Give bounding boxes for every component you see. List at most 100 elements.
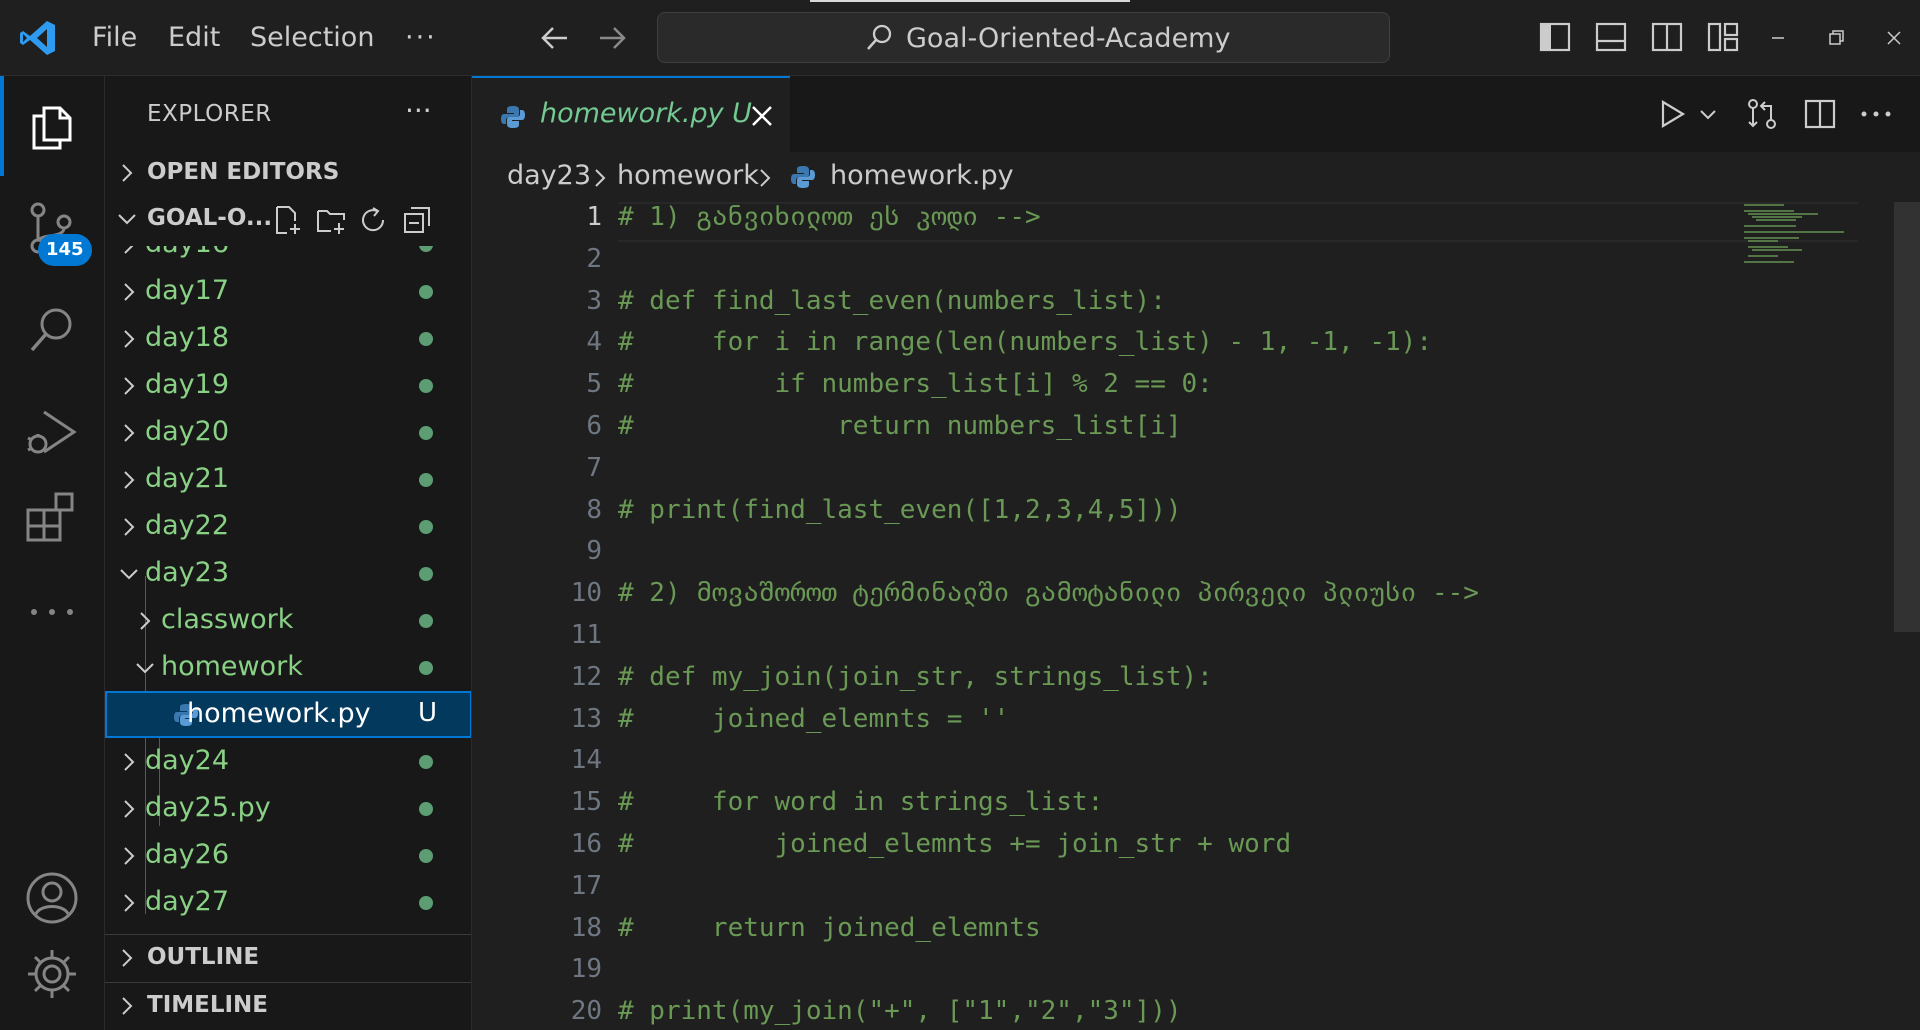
editor-more-actions-icon[interactable] xyxy=(1858,96,1894,132)
code-line[interactable]: 16 # joined_elemnts += join_str + word xyxy=(472,825,1920,866)
chevron-down-icon xyxy=(118,214,136,225)
code-line[interactable]: 2 xyxy=(472,240,1920,281)
code-line[interactable]: 11 xyxy=(472,616,1920,657)
code-line[interactable]: 7 xyxy=(472,449,1920,490)
vertical-scrollbar[interactable] xyxy=(1894,202,1920,632)
collapse-all-icon[interactable] xyxy=(401,204,433,236)
minimap[interactable] xyxy=(1742,202,1862,292)
breadcrumb-day23[interactable]: day23 xyxy=(507,160,591,191)
restore-icon[interactable] xyxy=(1822,24,1850,52)
menu-selection[interactable]: Selection xyxy=(250,22,374,53)
chevron-right-icon xyxy=(595,169,606,187)
code-text: # 2) მოვაშოროთ ტერმინალში გამოტანილი პირ… xyxy=(618,578,1479,609)
close-window-icon[interactable] xyxy=(1880,24,1908,52)
tree-item-label: classwork xyxy=(161,604,294,635)
code-line[interactable]: 6 # return numbers_list[i] xyxy=(472,407,1920,448)
code-line[interactable]: 18 # return joined_elemnts xyxy=(472,909,1920,950)
tree-item-day27[interactable]: day27 xyxy=(105,879,471,926)
tree-item-day18[interactable]: day18 xyxy=(105,315,471,362)
tree-item-homework-folder[interactable]: homework xyxy=(105,644,471,691)
customize-layout-icon[interactable] xyxy=(1706,20,1740,54)
chevron-right-icon xyxy=(140,612,151,630)
open-editors-section[interactable]: OPEN EDITORS xyxy=(105,150,471,196)
chevron-down-icon xyxy=(136,663,154,674)
tree-item-label: day22 xyxy=(145,510,230,541)
tree-item-day21[interactable]: day21 xyxy=(105,456,471,503)
toggle-panel-icon[interactable] xyxy=(1594,20,1628,54)
code-line[interactable]: 8 # print(find_last_even([1,2,3,4,5])) xyxy=(472,491,1920,532)
code-line[interactable]: 20 # print(my_join("+", ["1","2","3"])) xyxy=(472,992,1920,1030)
activity-bar: 145 xyxy=(0,76,105,1030)
git-status-dot xyxy=(419,849,433,863)
code-editor[interactable]: 1 # 1) განვიხილოთ ეს კოდი --> 2 3 # def find… xyxy=(472,202,1920,1030)
run-python-file-icon[interactable] xyxy=(1654,96,1690,132)
title-bar: File Edit Selection ··· Goal-Oriented-Ac… xyxy=(0,0,1920,76)
tree-item-day16[interactable]: day16 xyxy=(105,246,471,268)
line-number: 20 xyxy=(570,996,602,1027)
code-line[interactable]: 17 xyxy=(472,867,1920,908)
open-changes-icon[interactable] xyxy=(1744,96,1780,132)
code-text: # for word in strings_list: xyxy=(618,787,1104,818)
command-center-label: Goal-Oriented-Academy xyxy=(906,23,1231,54)
tree-item-day23[interactable]: day23 xyxy=(105,550,471,597)
code-line[interactable]: 12 # def my_join(join_str, strings_list): xyxy=(472,658,1920,699)
new-folder-icon[interactable] xyxy=(315,204,347,236)
forward-arrow-icon[interactable] xyxy=(594,20,630,56)
refresh-icon[interactable] xyxy=(357,204,389,236)
menu-edit[interactable]: Edit xyxy=(168,22,220,53)
outline-label: OUTLINE xyxy=(147,944,260,970)
toggle-primary-sidebar-icon[interactable] xyxy=(1538,20,1572,54)
git-status-dot xyxy=(419,755,433,769)
tree-item-homework-py[interactable]: homework.py U xyxy=(105,691,471,738)
split-editor-icon[interactable] xyxy=(1802,96,1838,132)
line-number: 17 xyxy=(570,870,602,901)
git-status-dot xyxy=(419,332,433,346)
tree-item-classwork[interactable]: classwork xyxy=(105,597,471,644)
code-line[interactable]: 19 xyxy=(472,950,1920,991)
chevron-right-icon xyxy=(124,800,135,818)
menu-more[interactable]: ··· xyxy=(405,22,437,53)
outline-section[interactable]: OUTLINE xyxy=(105,934,471,980)
code-line[interactable]: 4 # for i in range(len(numbers_list) - 1,… xyxy=(472,323,1920,364)
extensions-icon[interactable] xyxy=(24,488,80,544)
tab-homework-py[interactable]: homework.py U xyxy=(472,76,790,152)
explorer-more-actions[interactable]: ··· xyxy=(405,94,432,127)
explorer-icon[interactable] xyxy=(24,98,80,154)
new-file-icon[interactable] xyxy=(271,204,303,236)
minimize-icon[interactable] xyxy=(1764,24,1792,52)
code-line[interactable]: 1 # 1) განვიხილოთ ეს კოდი --> xyxy=(472,202,1920,239)
timeline-section[interactable]: TIMELINE xyxy=(105,982,471,1028)
tab-label: homework.py U xyxy=(540,98,752,129)
code-text: # for i in range(len(numbers_list) - 1, … xyxy=(618,327,1432,358)
code-line[interactable]: 3 # def find_last_even(numbers_list): xyxy=(472,282,1920,323)
workspace-folder-section[interactable]: GOAL-O... xyxy=(105,196,471,242)
code-line[interactable]: 5 # if numbers_list[i] % 2 == 0: xyxy=(472,365,1920,406)
breadcrumb-homework-py[interactable]: homework.py xyxy=(830,160,1014,191)
code-line[interactable]: 13 # joined_elemnts = '' xyxy=(472,700,1920,741)
toggle-secondary-sidebar-icon[interactable] xyxy=(1650,20,1684,54)
timeline-label: TIMELINE xyxy=(147,992,269,1018)
tree-item-day26[interactable]: day26 xyxy=(105,832,471,879)
run-dropdown-chevron-icon[interactable] xyxy=(1696,96,1720,132)
command-center[interactable]: Goal-Oriented-Academy xyxy=(657,12,1390,63)
accounts-icon[interactable] xyxy=(24,870,80,926)
code-line[interactable]: 15 # for word in strings_list: xyxy=(472,783,1920,824)
run-debug-icon[interactable] xyxy=(24,404,80,460)
tree-item-day17[interactable]: day17 xyxy=(105,268,471,315)
code-line[interactable]: 9 xyxy=(472,532,1920,573)
search-view-icon[interactable] xyxy=(24,302,80,358)
breadcrumb-homework[interactable]: homework xyxy=(617,160,759,191)
settings-gear-icon[interactable] xyxy=(24,946,80,1002)
code-line[interactable]: 10 # 2) მოვაშოროთ ტერმინალში გამოტანილი პ… xyxy=(472,574,1920,615)
tree-item-day25-py[interactable]: day25.py xyxy=(105,785,471,832)
chevron-right-icon xyxy=(124,246,134,254)
tree-item-day20[interactable]: day20 xyxy=(105,409,471,456)
tree-item-day24[interactable]: day24 xyxy=(105,738,471,785)
back-arrow-icon[interactable] xyxy=(537,20,573,56)
close-tab-icon[interactable] xyxy=(748,102,776,130)
tree-item-day22[interactable]: day22 xyxy=(105,503,471,550)
menu-file[interactable]: File xyxy=(92,22,137,53)
code-line[interactable]: 14 xyxy=(472,741,1920,782)
more-views-icon[interactable] xyxy=(24,584,80,640)
tree-item-day19[interactable]: day19 xyxy=(105,362,471,409)
